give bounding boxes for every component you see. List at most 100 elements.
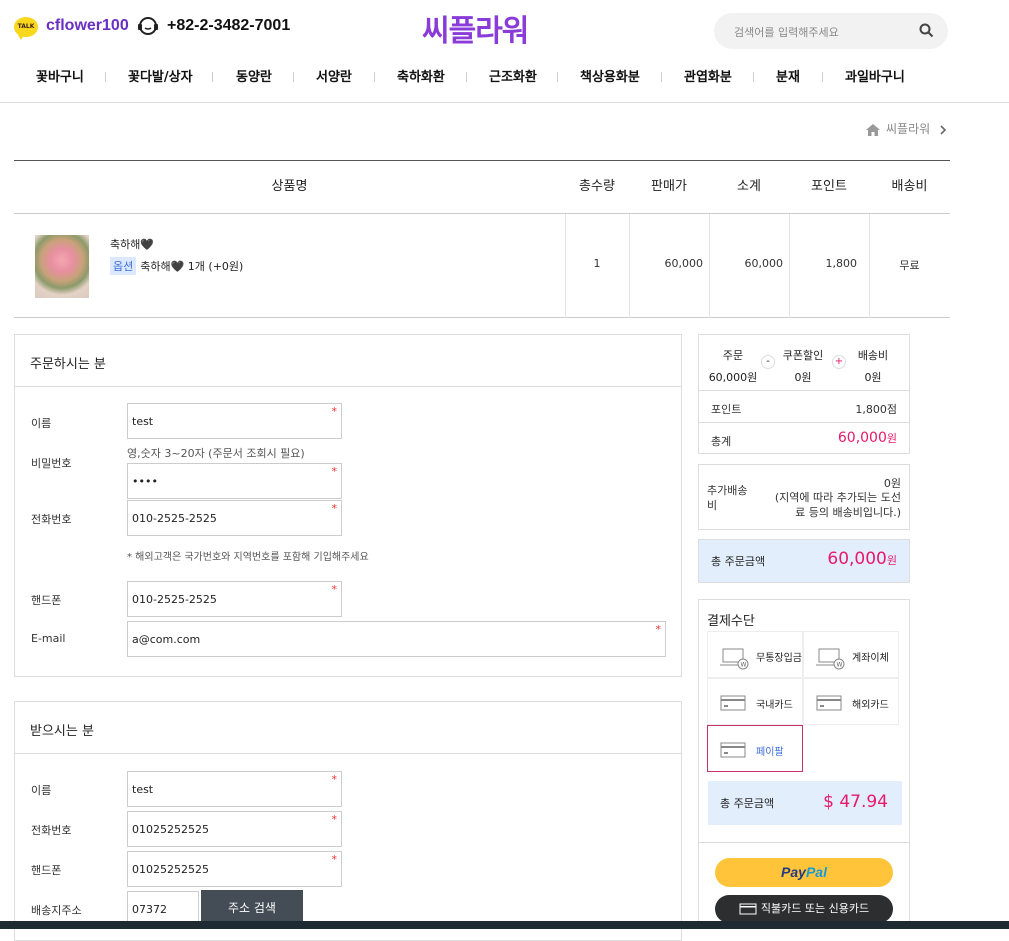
mobile-label: 핸드폰 (31, 594, 62, 607)
nav-item[interactable]: 과일바구니 (845, 66, 905, 85)
field-value: a@com.com (132, 633, 201, 646)
name-label: 이름 (31, 784, 52, 797)
option-text: 축하해🖤 1개 (+0원) (140, 260, 244, 273)
receiver-section: 받으시는 분 이름 test * 전화번호 01025252525 * 핸드폰 01… (14, 701, 682, 941)
field-value: 010-2525-2525 (132, 512, 217, 525)
password-hint: 영,숫자 3~20자 (주문서 조회시 필요) (127, 447, 305, 460)
tel-label: 전화번호 (31, 824, 72, 837)
nav-item[interactable]: 동양란 (236, 66, 272, 85)
summary-points-row: 포인트 1,800점 (699, 391, 909, 423)
address-label: 배송지주소 (31, 904, 82, 917)
breadcrumb: 씨플라워 (866, 120, 947, 137)
pay-domestic-card[interactable]: 국내카드 (707, 678, 803, 725)
section-title: 받으시는 분 (30, 724, 94, 739)
site-logo[interactable]: 씨플라워 (422, 6, 529, 50)
site-header: TALK cflower100 +82-2-3482-7001 씨플라워 검색어… (0, 0, 1009, 103)
field-value: 01025252525 (132, 863, 209, 876)
field-value: test (132, 415, 154, 428)
field-value: test (132, 783, 154, 796)
extra-value: 0원 (883, 477, 901, 490)
search-input[interactable]: 검색어를 입력해주세요 (714, 13, 948, 49)
orderer-tel-field[interactable]: 010-2525-2525 * (127, 500, 342, 536)
product-thumbnail[interactable] (35, 235, 89, 298)
nav-item[interactable]: 꽃다발/상자 (128, 66, 193, 85)
receiver-tel-field[interactable]: 01025252525 * (127, 811, 342, 847)
kakao-id[interactable]: cflower100 (46, 17, 129, 35)
password-field[interactable]: •••• * (127, 463, 342, 499)
nav-item[interactable]: 관엽화분 (684, 66, 732, 85)
customer-service-icon (138, 17, 158, 35)
summary-order: 주문 60,000원 (708, 349, 758, 384)
col-header: 총수량 (579, 179, 615, 194)
section-title: 주문하시는 분 (30, 357, 106, 372)
pay-bank-deposit[interactable]: W 무통장입금 (707, 631, 803, 678)
svg-text:W: W (741, 662, 747, 669)
orderer-name-field[interactable]: test * (127, 403, 342, 439)
search-icon[interactable] (919, 23, 934, 38)
breadcrumb-label[interactable]: 씨플라워 (886, 122, 930, 136)
qty-cell: 1 (593, 257, 601, 270)
nav-item[interactable]: 꽃바구니 (36, 66, 84, 85)
col-header: 배송비 (891, 179, 928, 194)
pay-foreign-card[interactable]: 해외카드 (803, 678, 899, 725)
home-icon[interactable] (866, 123, 880, 136)
field-value: 010-2525-2525 (132, 593, 217, 606)
pay-paypal[interactable]: 페이팔 (707, 725, 803, 772)
extra-label: 추가배송비 (707, 484, 748, 512)
debit-credit-card-button[interactable]: 직불카드 또는 신용카드 (715, 895, 893, 923)
field-value: 07372 (132, 903, 167, 916)
summary-shipping: 배송비 0원 (857, 349, 889, 384)
nav-item[interactable]: 서양란 (316, 66, 352, 85)
credit-card-icon (816, 695, 842, 711)
usd-total-value: $ 47.94 (823, 792, 888, 812)
credit-card-icon (720, 695, 746, 711)
extra-note: (지역에 따라 추가되는 도선료 등의 배송비입니다.) (774, 491, 901, 519)
pay-transfer[interactable]: W 계좌이체 (803, 631, 899, 678)
tel-label: 전화번호 (31, 513, 72, 526)
col-header: 판매가 (651, 179, 687, 194)
usd-total: 총 주문금액 $ 47.94 (708, 781, 902, 825)
email-field[interactable]: a@com.com * (127, 621, 666, 657)
extra-shipping: 추가배송비 0원 (지역에 따라 추가되는 도선료 등의 배송비입니다.) (698, 464, 910, 530)
credit-card-icon (739, 903, 757, 915)
option-tag: 옵션 (110, 257, 137, 275)
summary-coupon: 쿠폰할인 0원 (782, 349, 824, 384)
receiver-name-field[interactable]: test * (127, 771, 342, 807)
kakaotalk-icon[interactable]: TALK (14, 17, 38, 40)
payment-title: 결제수단 (707, 614, 755, 629)
email-label: E-mail (31, 632, 66, 645)
grand-total: 총 주문금액 60,000원 (698, 539, 910, 583)
product-name[interactable]: 축하해🖤 (110, 236, 154, 252)
nav-item[interactable]: 축하화환 (397, 66, 445, 85)
field-value: •••• (132, 475, 158, 488)
receiver-mobile-field[interactable]: 01025252525 * (127, 851, 342, 887)
orderer-mobile-field[interactable]: 010-2525-2525 * (127, 581, 342, 617)
svg-text:W: W (837, 662, 843, 669)
grand-total-unit: 원 (886, 554, 897, 567)
col-header: 소계 (737, 179, 761, 194)
bottom-bar (0, 921, 1009, 929)
subtotal-cell: 60,000 (744, 257, 784, 270)
mobile-label: 핸드폰 (31, 864, 62, 877)
usd-total-label: 총 주문금액 (720, 797, 775, 810)
nav-item[interactable]: 근조화환 (489, 66, 537, 85)
laptop-icon: W (720, 648, 749, 670)
credit-card-icon (720, 742, 746, 758)
nav-item[interactable]: 분재 (776, 66, 800, 85)
product-option: 옵션 축하해🖤 1개 (+0원) (110, 257, 243, 275)
chevron-right-icon (940, 124, 947, 135)
orderer-section: 주문하시는 분 이름 test * 비밀번호 영,숫자 3~20자 (주문서 조회… (14, 334, 682, 677)
payment-section: 결제수단 W 무통장입금 W 계좌이체 국내카드 해외카드 페이팔 총 주문금액… (698, 599, 910, 929)
name-label: 이름 (31, 417, 52, 430)
tel-note: * 해외고객은 국가번호와 지역번호를 포함해 기입해주세요 (127, 552, 369, 563)
col-header: 상품명 (271, 179, 308, 194)
field-value: 01025252525 (132, 823, 209, 836)
grand-total-value: 60,000 (827, 549, 887, 569)
main-nav: 꽃바구니 꽃다발/상자 동양란 서양란 축하화환 근조화환 책상용화분 관엽화분… (0, 64, 950, 88)
price-cell: 60,000 (664, 257, 704, 270)
paypal-button[interactable]: PayPal (715, 858, 893, 887)
summary-total-row: 총계 60,000원 (711, 430, 897, 448)
nav-item[interactable]: 책상용화분 (580, 66, 640, 85)
points-cell: 1,800 (825, 257, 858, 270)
order-summary: 주문 60,000원 - 쿠폰할인 0원 + 배송비 0원 포인트 1,800점 총계 6… (698, 334, 910, 454)
